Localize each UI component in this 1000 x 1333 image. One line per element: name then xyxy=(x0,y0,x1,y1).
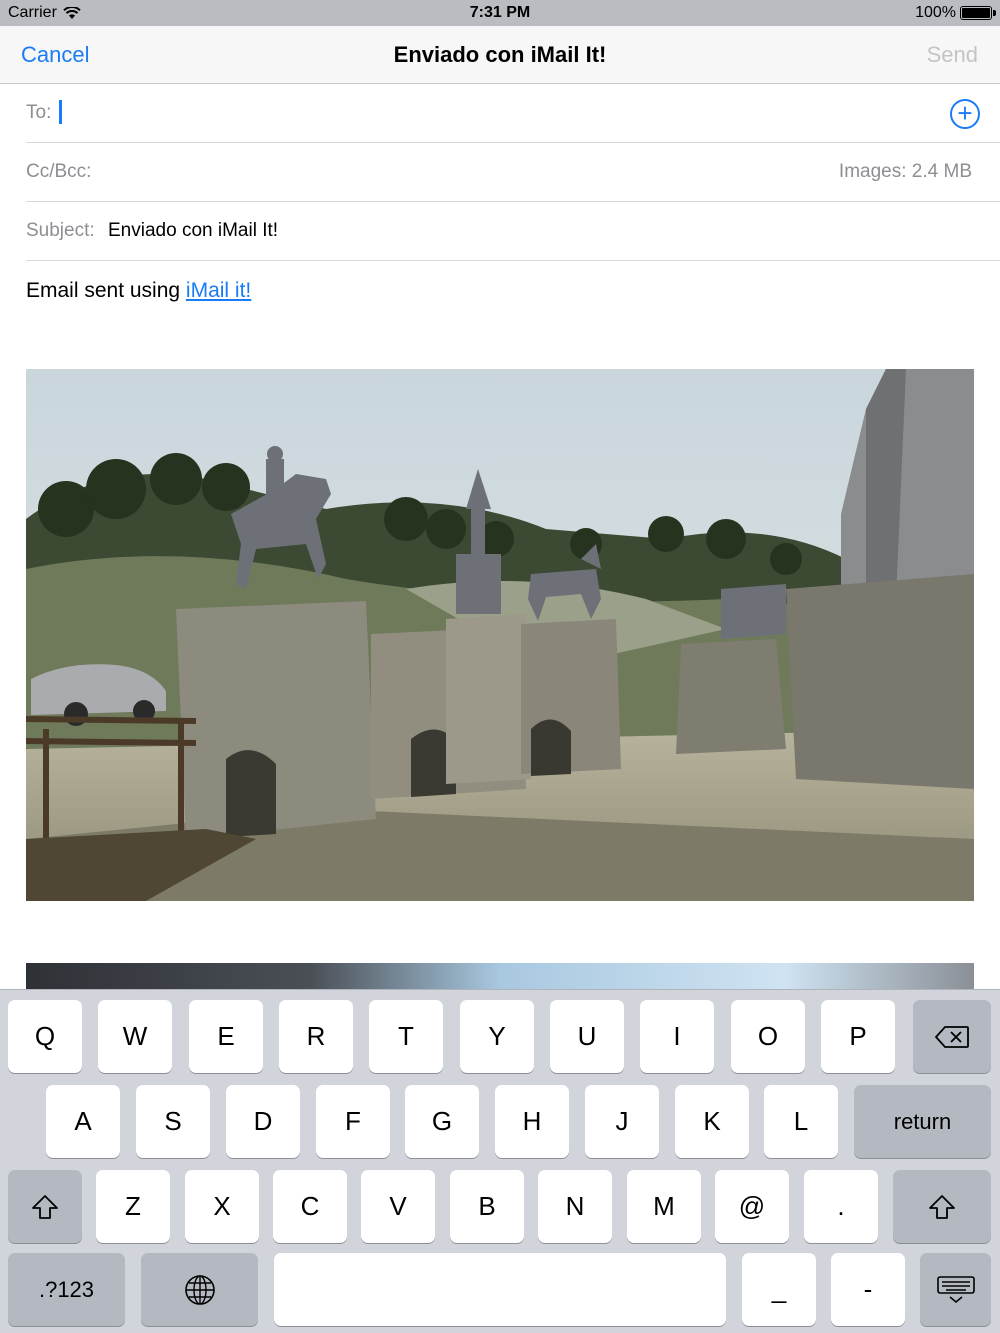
key-k[interactable]: K xyxy=(675,1085,749,1158)
shift-icon xyxy=(929,1194,955,1219)
shift-left-key[interactable] xyxy=(8,1170,82,1243)
key-underscore[interactable]: _ xyxy=(742,1253,816,1326)
subject-input[interactable]: Enviado con iMail It! xyxy=(108,220,278,242)
keyboard-dismiss-icon xyxy=(936,1275,975,1303)
imail-link[interactable]: iMail it! xyxy=(186,279,251,302)
key-e[interactable]: E xyxy=(189,1000,263,1073)
key-period[interactable]: . xyxy=(804,1170,878,1243)
key-c[interactable]: C xyxy=(273,1170,347,1243)
cc-bcc-label: Cc/Bcc: xyxy=(26,161,92,182)
cancel-button[interactable]: Cancel xyxy=(21,42,89,68)
key-s[interactable]: S xyxy=(136,1085,210,1158)
attached-photo[interactable] xyxy=(26,369,974,901)
key-n[interactable]: N xyxy=(538,1170,612,1243)
dismiss-keyboard-key[interactable] xyxy=(920,1253,991,1326)
key-q[interactable]: Q xyxy=(8,1000,82,1073)
key-f[interactable]: F xyxy=(316,1085,390,1158)
key-h[interactable]: H xyxy=(495,1085,569,1158)
key-t[interactable]: T xyxy=(369,1000,443,1073)
key-d[interactable]: D xyxy=(226,1085,300,1158)
key-w[interactable]: W xyxy=(98,1000,172,1073)
onscreen-keyboard: Q W E R T Y U I O P A S D F G H J K L re… xyxy=(0,989,1000,1333)
key-x[interactable]: X xyxy=(185,1170,259,1243)
body-text: Email sent using xyxy=(26,279,186,302)
globe-icon xyxy=(184,1274,215,1305)
key-at[interactable]: @ xyxy=(715,1170,789,1243)
key-a[interactable]: A xyxy=(46,1085,120,1158)
key-m[interactable]: M xyxy=(627,1170,701,1243)
key-b[interactable]: B xyxy=(450,1170,524,1243)
add-contact-icon[interactable]: + xyxy=(950,99,980,129)
key-o[interactable]: O xyxy=(731,1000,805,1073)
battery-info: 100% xyxy=(915,4,996,22)
key-l[interactable]: L xyxy=(764,1085,838,1158)
key-g[interactable]: G xyxy=(405,1085,479,1158)
message-body[interactable]: Email sent using iMail it! xyxy=(26,279,251,303)
status-time: 7:31 PM xyxy=(469,4,531,21)
cc-bcc-field-row[interactable]: Cc/Bcc: Images: 2.4 MB xyxy=(26,143,1000,202)
images-size-info[interactable]: Images: 2.4 MB xyxy=(839,161,972,183)
page-title: Enviado con iMail It! xyxy=(393,42,607,67)
compose-nav-bar: Cancel Enviado con iMail It! Send xyxy=(0,26,1000,84)
key-dash[interactable]: - xyxy=(831,1253,905,1326)
battery-icon xyxy=(960,6,996,20)
key-u[interactable]: U xyxy=(550,1000,624,1073)
status-bar: Carrier 7:31 PM 100% xyxy=(0,0,1000,26)
subject-label: Subject: xyxy=(26,220,95,241)
key-i[interactable]: I xyxy=(640,1000,714,1073)
to-field-row[interactable]: To: + xyxy=(26,84,1000,143)
photo-statues-image xyxy=(26,369,974,901)
key-z[interactable]: Z xyxy=(96,1170,170,1243)
return-key[interactable]: return xyxy=(854,1085,991,1158)
battery-percent: 100% xyxy=(915,4,956,21)
backspace-icon xyxy=(934,1025,969,1048)
send-button[interactable]: Send xyxy=(927,42,978,68)
images-size-label: Images: xyxy=(838,161,907,182)
globe-key[interactable] xyxy=(141,1253,258,1326)
key-y[interactable]: Y xyxy=(460,1000,534,1073)
key-p[interactable]: P xyxy=(821,1000,895,1073)
text-cursor xyxy=(59,100,62,124)
key-r[interactable]: R xyxy=(279,1000,353,1073)
subject-field-row[interactable]: Subject: Enviado con iMail It! xyxy=(26,202,1000,261)
key-j[interactable]: J xyxy=(585,1085,659,1158)
key-v[interactable]: V xyxy=(361,1170,435,1243)
shift-right-key[interactable] xyxy=(893,1170,991,1243)
images-size-value: 2.4 MB xyxy=(911,161,972,182)
backspace-key[interactable] xyxy=(913,1000,991,1073)
space-key[interactable] xyxy=(274,1253,726,1326)
shift-icon xyxy=(32,1194,58,1219)
to-label: To: xyxy=(26,102,52,123)
numbers-key[interactable]: .?123 xyxy=(8,1253,125,1326)
